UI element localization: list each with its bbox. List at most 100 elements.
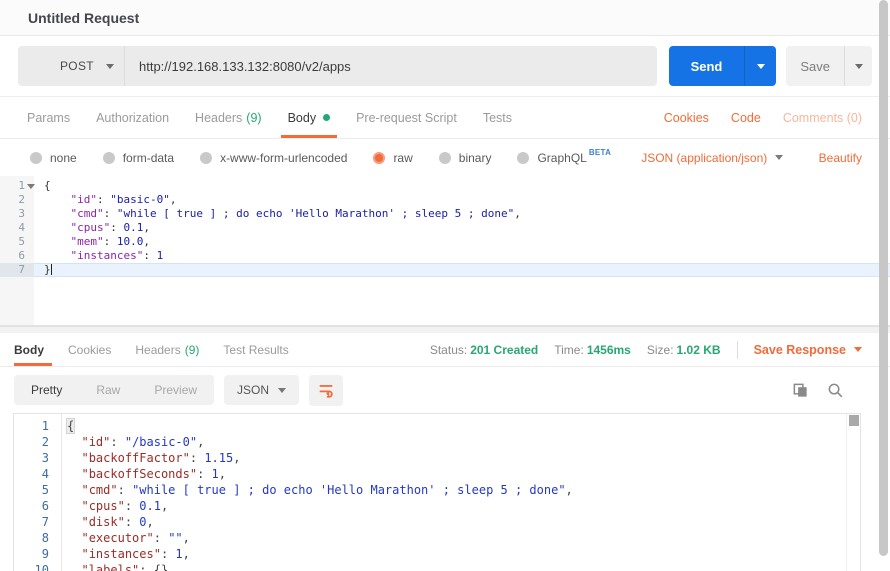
tab-label: Test Results [223, 343, 288, 357]
body-content-dot [323, 114, 330, 121]
line-number: 3 [0, 207, 34, 221]
url-input[interactable] [125, 46, 657, 86]
radio-label: none [50, 151, 77, 165]
save-button[interactable]: Save [786, 46, 844, 86]
view-preview-button[interactable]: Preview [137, 375, 214, 405]
request-body-editor[interactable]: 1{2 "id": "basic-0",3 "cmd": "while [ tr… [0, 176, 890, 326]
search-icon[interactable] [827, 382, 844, 399]
body-type-urlencoded[interactable]: x-www-form-urlencoded [200, 151, 347, 165]
view-raw-button[interactable]: Raw [79, 375, 137, 405]
code-line-1[interactable]: 1{ [0, 179, 890, 193]
code-link[interactable]: Code [731, 111, 761, 125]
code-line-2[interactable]: 2 "id": "basic-0", [0, 193, 890, 207]
code-line-9[interactable]: 9 "instances": 1, [14, 546, 860, 562]
save-response-button[interactable]: Save Response [754, 343, 862, 357]
code-text: "cpus": 0.1, [34, 221, 890, 235]
save-split-button: Save [786, 46, 872, 86]
code-line-7[interactable]: 7} [0, 263, 890, 277]
code-line-5[interactable]: 5 "mem": 10.0, [0, 235, 890, 249]
code-line-3[interactable]: 3 "backoffFactor": 1.15, [14, 450, 860, 466]
code-text: "backoffFactor": 1.15, [61, 450, 860, 466]
headers-count-badge: (9) [185, 343, 200, 357]
code-text: { [61, 418, 860, 434]
radio-label: x-www-form-urlencoded [220, 151, 347, 165]
line-number: 6 [0, 249, 34, 263]
body-type-row: none form-data x-www-form-urlencoded raw… [0, 139, 890, 176]
code-line-7[interactable]: 7 "disk": 0, [14, 514, 860, 530]
beta-badge: BETA [589, 148, 611, 157]
line-number: 7 [0, 263, 34, 277]
content-type-value: JSON (application/json) [641, 151, 767, 165]
code-text: { [34, 179, 890, 193]
line-number: 10 [14, 562, 61, 571]
send-options-button[interactable] [744, 46, 776, 86]
copy-icon[interactable] [792, 382, 809, 399]
code-text: "cpus": 0.1, [61, 498, 860, 514]
response-body-editor[interactable]: 1{2 "id": "/basic-0",3 "backoffFactor": … [13, 413, 861, 571]
status-badge: Status:201 Created [430, 343, 538, 357]
code-line-4[interactable]: 4 "cpus": 0.1, [0, 221, 890, 235]
code-line-6[interactable]: 6 "instances": 1 [0, 249, 890, 263]
code-text: "mem": 10.0, [34, 235, 890, 249]
line-number: 4 [0, 221, 34, 235]
code-line-1[interactable]: 1{ [14, 418, 860, 434]
code-line-10[interactable]: 10 "labels": {}, [14, 562, 860, 571]
tab-params[interactable]: Params [14, 97, 83, 138]
body-type-binary[interactable]: binary [439, 151, 492, 165]
response-tabs-row: Body Cookies Headers (9) Test Results Sta… [0, 333, 890, 367]
wrap-text-button[interactable] [309, 375, 343, 406]
save-options-button[interactable] [844, 46, 872, 86]
postman-request-window: Untitled Request POST Send Save Params A… [0, 0, 890, 571]
response-tab-body[interactable]: Body [14, 333, 56, 366]
tab-label: Headers [135, 343, 180, 357]
tab-body[interactable]: Body [275, 97, 344, 138]
send-label: Send [691, 59, 723, 74]
code-line-6[interactable]: 6 "cpus": 0.1, [14, 498, 860, 514]
code-text: "backoffSeconds": 1, [61, 466, 860, 482]
line-number: 1 [14, 418, 61, 434]
code-line-2[interactable]: 2 "id": "/basic-0", [14, 434, 860, 450]
line-number: 5 [14, 482, 61, 498]
tab-authorization[interactable]: Authorization [83, 97, 182, 138]
tab-label: Pre-request Script [356, 111, 457, 125]
response-format-select[interactable]: JSON [224, 375, 299, 405]
body-type-raw[interactable]: raw [373, 151, 412, 165]
response-tab-headers[interactable]: Headers (9) [123, 333, 211, 366]
comments-link[interactable]: Comments (0) [783, 111, 862, 125]
response-tab-test-results[interactable]: Test Results [211, 333, 300, 366]
tab-tests[interactable]: Tests [470, 97, 525, 138]
window-scrollbar-thumb[interactable] [879, 0, 888, 556]
line-number: 8 [14, 530, 61, 546]
tab-pre-request-script[interactable]: Pre-request Script [343, 97, 470, 138]
body-type-none[interactable]: none [30, 151, 77, 165]
send-button[interactable]: Send [669, 46, 745, 86]
radio-label: form-data [123, 151, 174, 165]
line-number: 4 [14, 466, 61, 482]
cookies-link[interactable]: Cookies [664, 111, 709, 125]
request-tabs: Params Authorization Headers(9) Body Pre… [0, 97, 890, 139]
radio-label: binary [459, 151, 492, 165]
body-type-graphql[interactable]: GraphQLBETA [517, 151, 611, 165]
response-tab-cookies[interactable]: Cookies [56, 333, 123, 366]
tab-label: Authorization [96, 111, 169, 125]
beautify-link[interactable]: Beautify [819, 151, 862, 165]
code-text: "cmd": "while [ true ] ; do echo 'Hello … [61, 482, 860, 498]
body-type-form-data[interactable]: form-data [103, 151, 174, 165]
code-line-3[interactable]: 3 "cmd": "while [ true ] ; do echo 'Hell… [0, 207, 890, 221]
method-select[interactable]: POST [18, 46, 124, 86]
response-view-toolbar: Pretty Raw Preview JSON [0, 367, 890, 413]
save-response-label: Save Response [754, 343, 846, 357]
request-title: Untitled Request [28, 10, 139, 26]
code-text: "labels": {}, [61, 562, 860, 571]
code-line-8[interactable]: 8 "executor": "", [14, 530, 860, 546]
fold-caret-icon[interactable] [27, 184, 35, 189]
request-url-bar: POST Send Save [0, 36, 890, 97]
view-mode-segmented-control: Pretty Raw Preview [14, 375, 214, 405]
code-line-5[interactable]: 5 "cmd": "while [ true ] ; do echo 'Hell… [14, 482, 860, 498]
tab-headers[interactable]: Headers(9) [182, 97, 275, 138]
code-text: "instances": 1 [34, 249, 890, 263]
view-pretty-button[interactable]: Pretty [14, 375, 79, 405]
code-line-4[interactable]: 4 "backoffSeconds": 1, [14, 466, 860, 482]
content-type-select[interactable]: JSON (application/json) [641, 151, 783, 165]
code-text: "executor": "", [61, 530, 860, 546]
